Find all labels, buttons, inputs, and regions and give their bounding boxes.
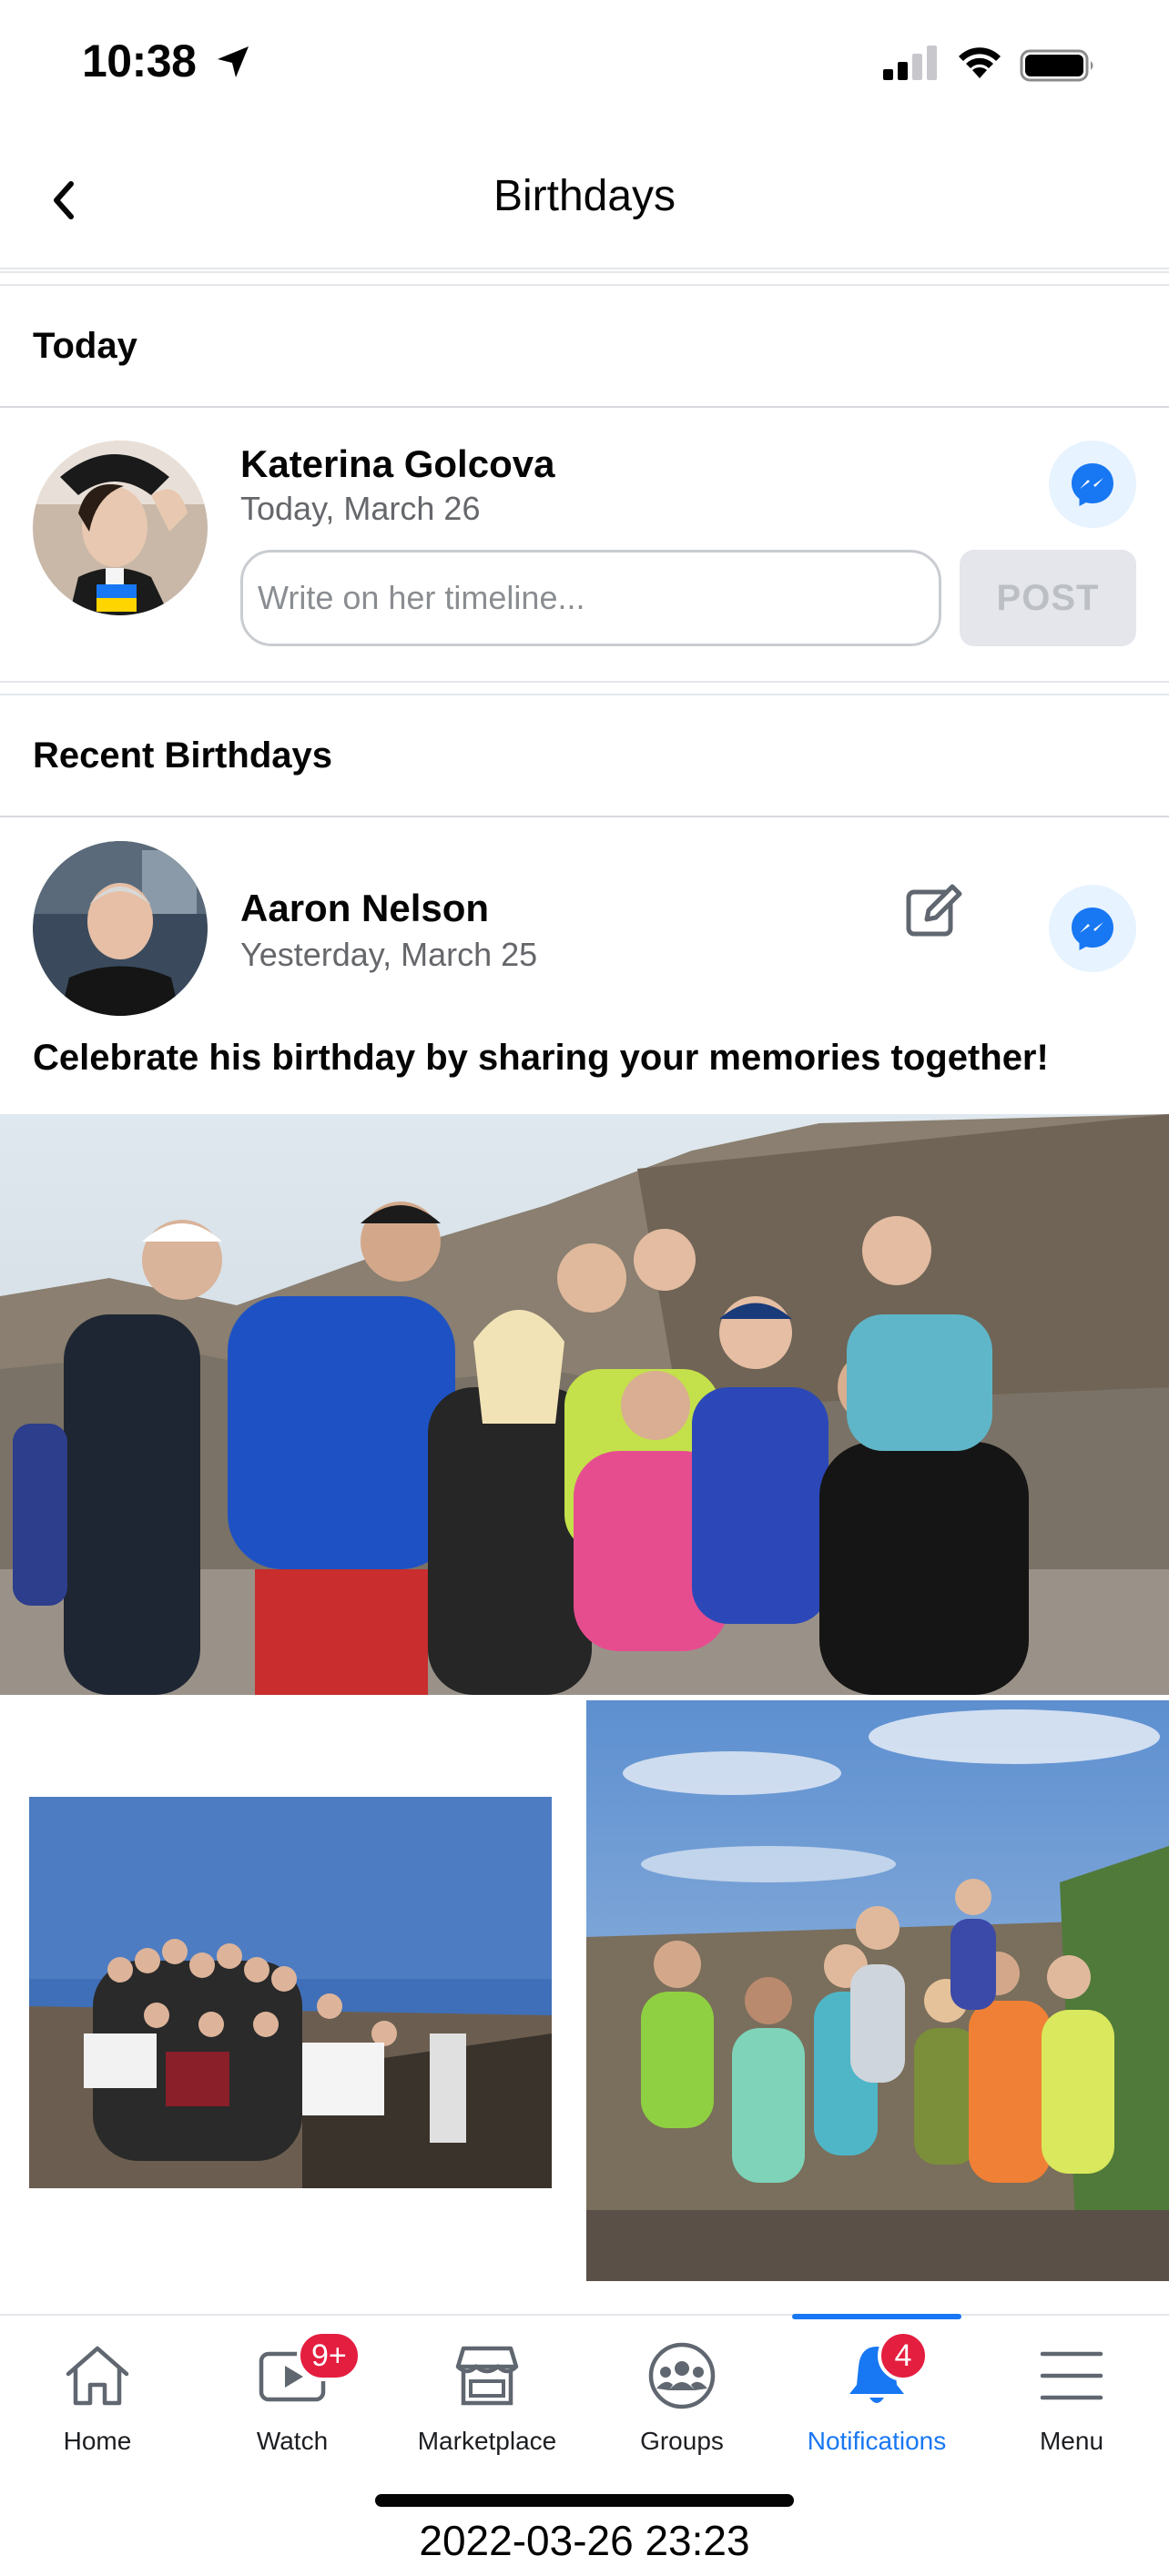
recent-heading-label: Recent Birthdays bbox=[33, 735, 332, 776]
edit-post-icon[interactable] bbox=[903, 881, 963, 941]
tab-label: Menu bbox=[1039, 2427, 1104, 2455]
nav-header: Birthdays bbox=[0, 137, 1169, 269]
page-title: Birthdays bbox=[493, 172, 676, 220]
marketplace-icon bbox=[455, 2346, 519, 2406]
today-heading-label: Today bbox=[33, 326, 137, 366]
tab-label: Marketplace bbox=[417, 2427, 557, 2455]
location-arrow-icon bbox=[218, 46, 249, 77]
today-section-heading: Today bbox=[0, 288, 1169, 408]
avatar-aaron[interactable] bbox=[33, 841, 208, 1016]
home-icon bbox=[66, 2346, 129, 2406]
section-divider bbox=[0, 271, 1169, 286]
post-button[interactable]: POST bbox=[960, 550, 1136, 646]
birthday-person-name[interactable]: Katerina Golcova bbox=[240, 442, 554, 486]
tab-label: Watch bbox=[256, 2427, 329, 2455]
messenger-button[interactable] bbox=[1049, 885, 1136, 972]
tab-label: Notifications bbox=[807, 2427, 947, 2455]
watch-badge: 9+ bbox=[297, 2330, 361, 2381]
wifi-icon bbox=[959, 47, 1001, 78]
timeline-post-input[interactable] bbox=[240, 550, 941, 646]
recent-birthdays-heading: Recent Birthdays bbox=[0, 697, 1169, 817]
tab-groups[interactable]: Groups bbox=[584, 2316, 779, 2498]
battery-icon bbox=[1020, 49, 1093, 82]
home-indicator[interactable] bbox=[375, 2494, 794, 2507]
notifications-badge: 4 bbox=[878, 2330, 929, 2381]
status-time: 10:38 bbox=[82, 35, 197, 86]
avatar-katerina[interactable] bbox=[33, 441, 208, 615]
tab-menu[interactable]: Menu bbox=[974, 2316, 1169, 2498]
section-divider bbox=[0, 681, 1169, 695]
cellular-signal-icon bbox=[883, 46, 937, 80]
messenger-button[interactable] bbox=[1049, 441, 1136, 528]
tab-notifications[interactable]: 4 Notifications bbox=[779, 2314, 974, 2498]
messenger-icon bbox=[1072, 908, 1113, 950]
tab-label: Home bbox=[63, 2427, 132, 2455]
memory-photo[interactable] bbox=[586, 1700, 1169, 2281]
memories-prompt: Celebrate his birthday by sharing your m… bbox=[33, 1038, 1049, 1078]
tab-home[interactable]: Home bbox=[0, 2316, 195, 2498]
groups-icon bbox=[648, 2342, 716, 2409]
tab-marketplace[interactable]: Marketplace bbox=[390, 2316, 584, 2498]
birthday-person-name[interactable]: Aaron Nelson bbox=[240, 887, 489, 930]
screenshot-timestamp: 2022-03-26 23:23 bbox=[419, 2517, 750, 2564]
bottom-tab-bar: Home 9+ Watch Marketplace Groups 4 Notif… bbox=[0, 2314, 1169, 2496]
memory-photo[interactable] bbox=[0, 1114, 1169, 1695]
birthday-date: Today, March 26 bbox=[240, 490, 481, 527]
messenger-icon bbox=[1072, 463, 1113, 506]
menu-icon bbox=[1040, 2351, 1103, 2400]
memory-photo[interactable] bbox=[29, 1797, 552, 2188]
birthday-date: Yesterday, March 25 bbox=[240, 936, 538, 973]
status-bar: 10:38 bbox=[0, 0, 1169, 127]
tab-watch[interactable]: 9+ Watch bbox=[195, 2316, 390, 2498]
tab-label: Groups bbox=[640, 2427, 724, 2455]
